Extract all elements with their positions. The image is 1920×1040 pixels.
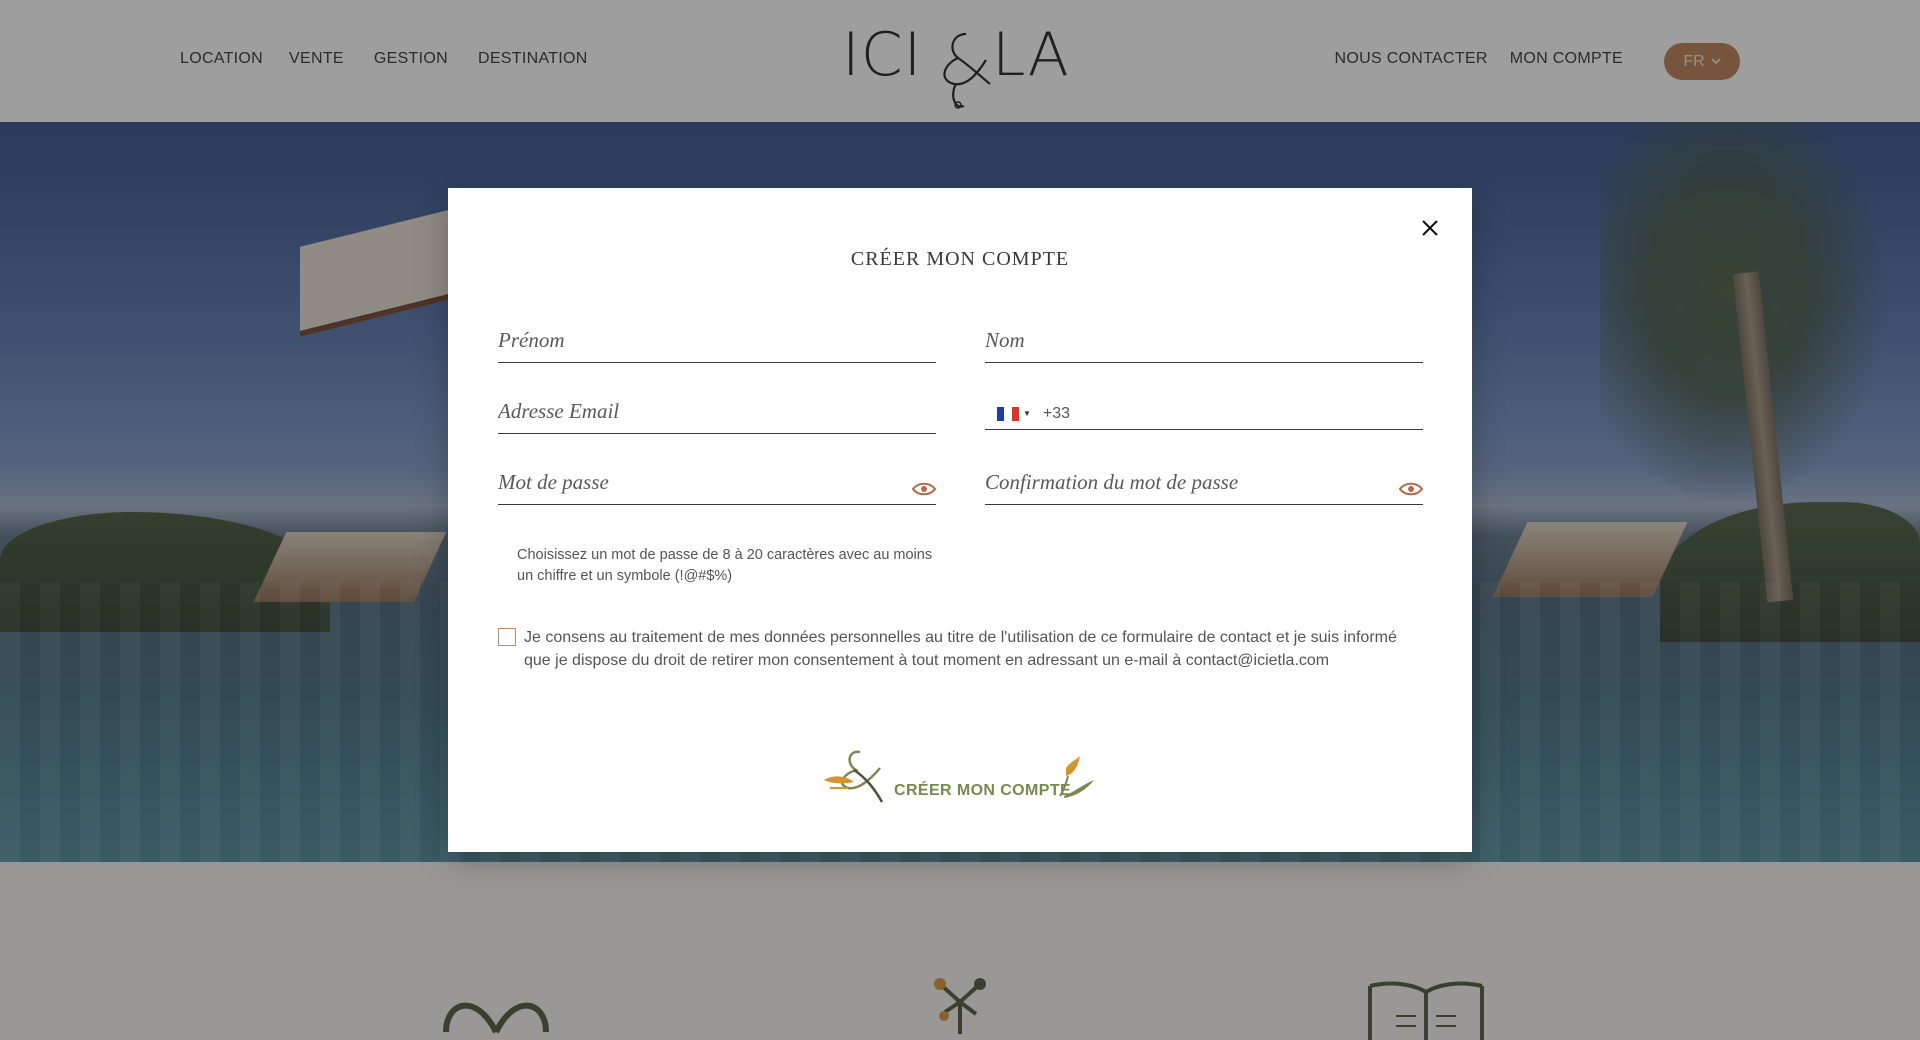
first-name-field <box>498 323 936 363</box>
phone-field: ▼ +33 <box>985 398 1423 430</box>
consent-checkbox[interactable] <box>498 628 516 646</box>
password-confirm-field <box>985 465 1423 505</box>
eye-icon[interactable] <box>912 481 936 497</box>
close-button[interactable] <box>1418 216 1442 240</box>
consent-row: Je consens au traitement de mes données … <box>498 626 1398 672</box>
password-hint: Choisissez un mot de passe de 8 à 20 car… <box>517 547 933 584</box>
close-icon <box>1422 220 1438 236</box>
country-dropdown-caret-icon[interactable]: ▼ <box>1023 409 1031 418</box>
eye-icon[interactable] <box>1399 481 1423 497</box>
phone-country-code: +33 <box>1042 404 1071 422</box>
modal-title: CRÉER MON COMPTE <box>850 248 1070 270</box>
create-account-modal: CRÉER MON COMPTE ▼ +33 Choisisse <box>448 188 1472 852</box>
ampersand-logo-icon <box>824 750 1094 803</box>
phone-input[interactable] <box>1070 398 1423 429</box>
first-name-input[interactable] <box>498 323 936 362</box>
password-input[interactable] <box>498 465 936 504</box>
create-account-button[interactable]: CRÉER MON COMPTE <box>818 744 1108 814</box>
last-name-input[interactable] <box>985 323 1423 362</box>
email-input[interactable] <box>498 394 936 433</box>
france-flag-icon[interactable] <box>997 406 1019 421</box>
email-field <box>498 394 936 434</box>
password-confirm-input[interactable] <box>985 465 1423 504</box>
password-field <box>498 465 936 505</box>
last-name-field <box>985 323 1423 363</box>
consent-text: Je consens au traitement de mes données … <box>524 629 1397 669</box>
create-account-label: CRÉER MON COMPTE <box>894 782 1072 799</box>
